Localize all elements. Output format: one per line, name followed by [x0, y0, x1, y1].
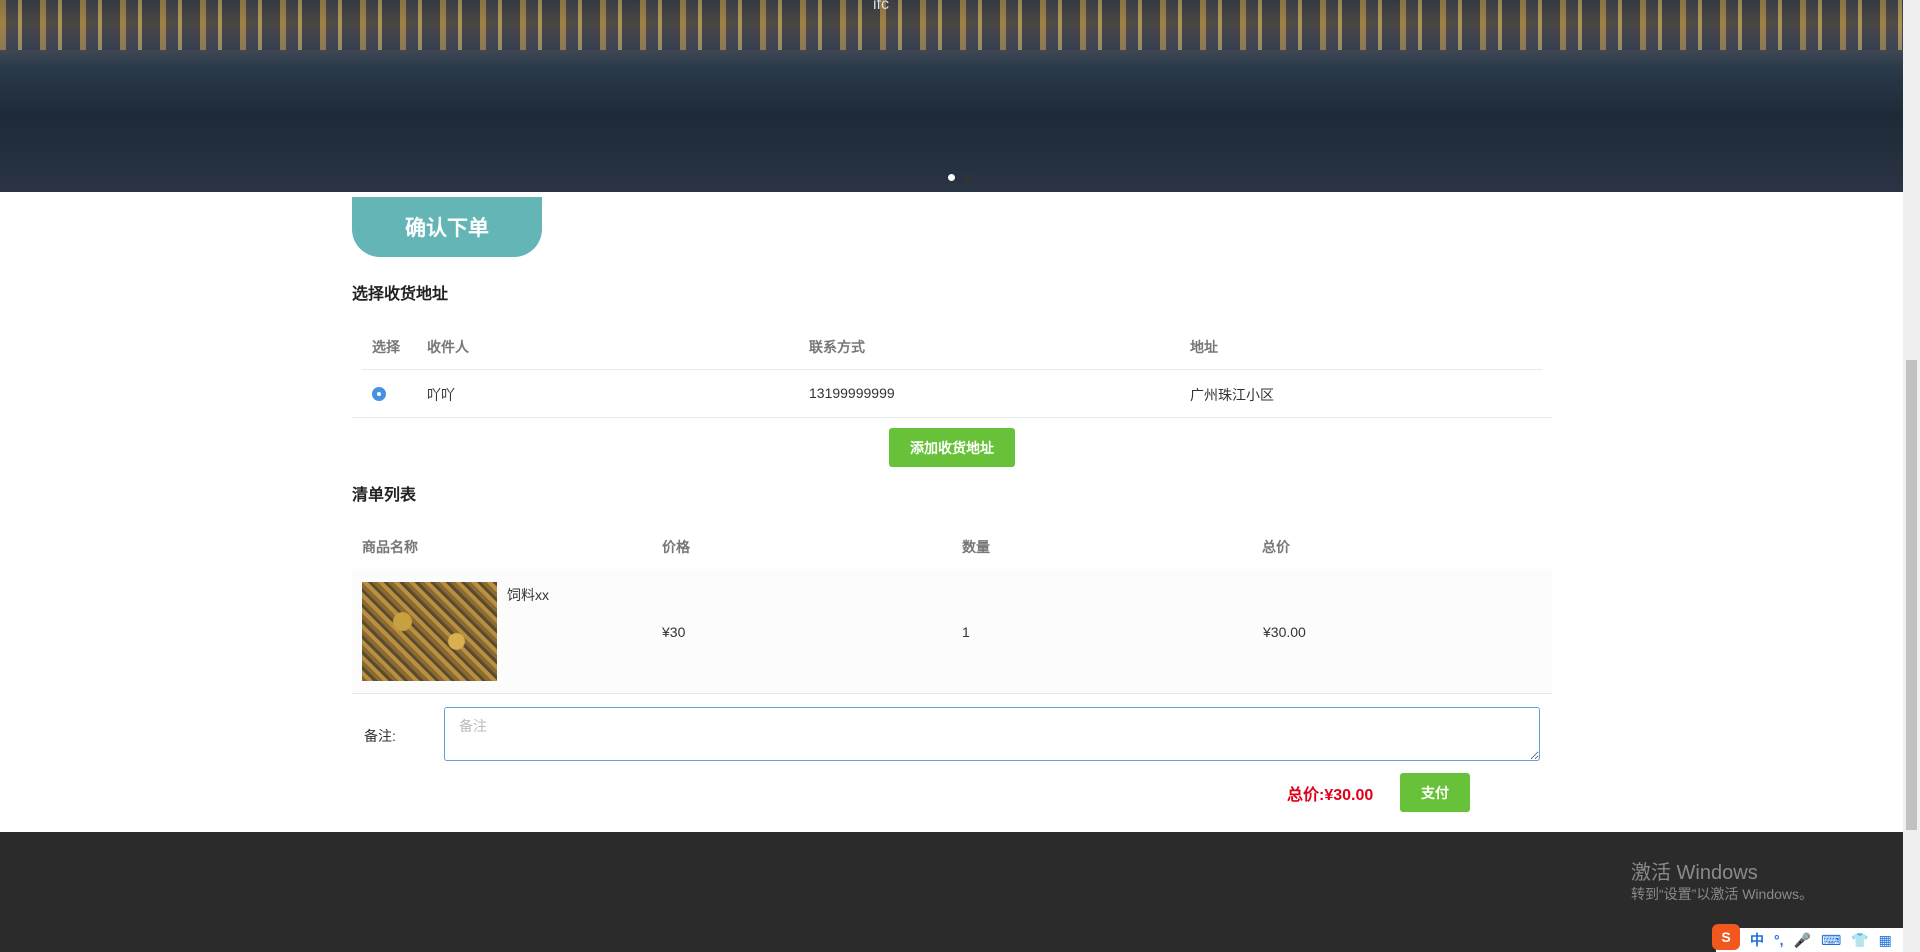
total-label: 总价: [1287, 787, 1325, 804]
product-name: 饲料xx [507, 587, 549, 603]
address-section-title: 选择收货地址 [352, 286, 449, 303]
skin-icon[interactable]: 👕 [1851, 932, 1868, 949]
col-recipient: 收件人 [427, 339, 469, 355]
col-product: 商品名称 [362, 539, 418, 555]
activation-watermark-title: 激活 Windows [1631, 862, 1758, 884]
remark-input[interactable] [444, 707, 1540, 761]
divider [352, 417, 1552, 418]
divider [352, 693, 1552, 694]
city-skyline [0, 0, 1903, 50]
col-price: 价格 [662, 539, 690, 555]
col-total: 总价 [1262, 539, 1290, 555]
recipient-name: 吖吖 [427, 387, 455, 403]
footer [0, 832, 1903, 952]
hero-banner-carousel[interactable]: ifc [0, 0, 1903, 192]
add-address-button[interactable]: 添加收货地址 [889, 428, 1015, 467]
sogou-logo-icon[interactable]: S [1712, 924, 1740, 950]
activation-watermark-subtitle: 转到“设置”以激活 Windows。 [1631, 886, 1814, 902]
pay-button[interactable]: 支付 [1400, 773, 1470, 812]
col-address: 地址 [1190, 339, 1218, 355]
col-qty: 数量 [962, 539, 990, 555]
recipient-address: 广州珠江小区 [1190, 387, 1274, 403]
carousel-dot-1[interactable] [948, 174, 955, 181]
apps-grid-icon[interactable]: ▦ [1879, 932, 1892, 949]
carousel-dot-2[interactable] [964, 174, 971, 181]
total-value: ¥30.00 [1324, 787, 1374, 804]
col-phone: 联系方式 [809, 339, 865, 355]
scrollbar-thumb[interactable] [1906, 360, 1917, 830]
ime-toolbar: S 中 °, 🎤 ⌨ 👕 ▦ [1712, 924, 1903, 952]
address-radio[interactable] [372, 387, 386, 401]
microphone-icon[interactable]: 🎤 [1794, 932, 1811, 949]
confirm-order-tab: 确认下单 [352, 197, 542, 257]
banner-sign: ifc [873, 0, 889, 13]
product-image [362, 582, 497, 681]
remark-label: 备注: [364, 728, 396, 744]
order-list-title: 清单列表 [352, 487, 417, 504]
product-total: ¥30.00 [1263, 624, 1306, 640]
page-scrollbar[interactable] [1903, 0, 1920, 952]
col-select: 选择 [372, 339, 400, 355]
punctuation-toggle[interactable]: °, [1774, 932, 1784, 948]
keyboard-icon[interactable]: ⌨ [1821, 932, 1841, 949]
product-qty: 1 [962, 624, 970, 640]
product-price: ¥30 [662, 624, 686, 640]
ime-language-toggle[interactable]: 中 [1750, 930, 1764, 950]
divider [362, 369, 1542, 370]
total-price: 总价:¥30.00 [1287, 781, 1373, 805]
recipient-phone: 13199999999 [809, 385, 895, 401]
